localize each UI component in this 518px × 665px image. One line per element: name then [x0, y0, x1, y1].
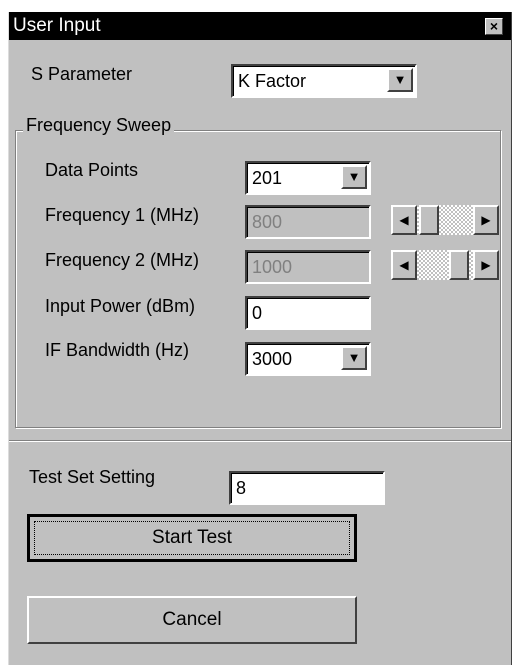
data-points-select[interactable]: 201 ▼: [245, 161, 371, 195]
window-title: User Input: [13, 15, 101, 36]
test-set-label: Test Set Setting: [29, 467, 156, 487]
start-test-button[interactable]: Start Test: [27, 514, 357, 562]
s-parameter-select[interactable]: K Factor ▼: [231, 64, 417, 98]
arrow-right-icon[interactable]: ▶: [473, 250, 499, 280]
frequency-sweep-label: Frequency Sweep: [23, 115, 175, 136]
frequency2-slider[interactable]: ◀ ▶: [391, 250, 499, 280]
frequency1-slider-thumb[interactable]: [419, 205, 439, 235]
frequency1-input[interactable]: 800: [245, 205, 371, 239]
input-power-input[interactable]: 0: [245, 296, 371, 330]
arrow-right-icon[interactable]: ▶: [473, 205, 499, 235]
frequency1-slider[interactable]: ◀ ▶: [391, 205, 499, 235]
chevron-down-icon[interactable]: ▼: [387, 68, 413, 92]
close-icon[interactable]: ×: [485, 18, 503, 35]
test-set-input[interactable]: 8: [229, 471, 385, 505]
arrow-left-icon[interactable]: ◀: [391, 205, 417, 235]
chevron-down-icon[interactable]: ▼: [341, 346, 367, 370]
if-bandwidth-value: 3000: [252, 349, 293, 369]
chevron-down-icon[interactable]: ▼: [341, 165, 367, 189]
data-points-value: 201: [252, 168, 283, 188]
if-bandwidth-label: IF Bandwidth (Hz): [45, 340, 190, 360]
frequency1-label: Frequency 1 (MHz): [45, 205, 200, 225]
input-power-label: Input Power (dBm): [45, 296, 196, 316]
focus-rect: [34, 521, 350, 555]
cancel-label: Cancel: [162, 609, 222, 630]
s-parameter-label: S Parameter: [31, 64, 133, 84]
frequency2-slider-thumb[interactable]: [449, 250, 469, 280]
title-bar: User Input ×: [9, 12, 511, 40]
user-input-dialog: User Input × S Parameter K Factor ▼ Freq…: [8, 12, 512, 665]
divider: [9, 440, 511, 442]
frequency2-input[interactable]: 1000: [245, 250, 371, 284]
arrow-left-icon[interactable]: ◀: [391, 250, 417, 280]
s-parameter-value: K Factor: [238, 71, 307, 91]
data-points-label: Data Points: [45, 160, 139, 180]
cancel-button[interactable]: Cancel: [27, 596, 357, 644]
if-bandwidth-select[interactable]: 3000 ▼: [245, 342, 371, 376]
frequency2-label: Frequency 2 (MHz): [45, 250, 200, 270]
